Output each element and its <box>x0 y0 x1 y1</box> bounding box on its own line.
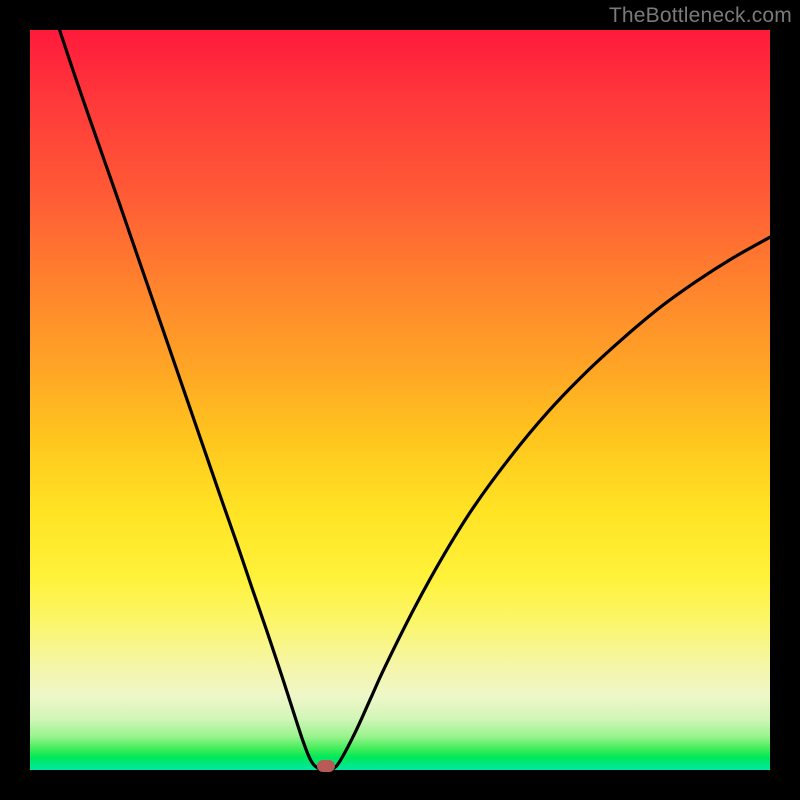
optimum-marker <box>317 760 335 772</box>
chart-frame <box>30 30 770 770</box>
watermark-text: TheBottleneck.com <box>609 4 792 28</box>
bottleneck-curve <box>30 30 770 770</box>
